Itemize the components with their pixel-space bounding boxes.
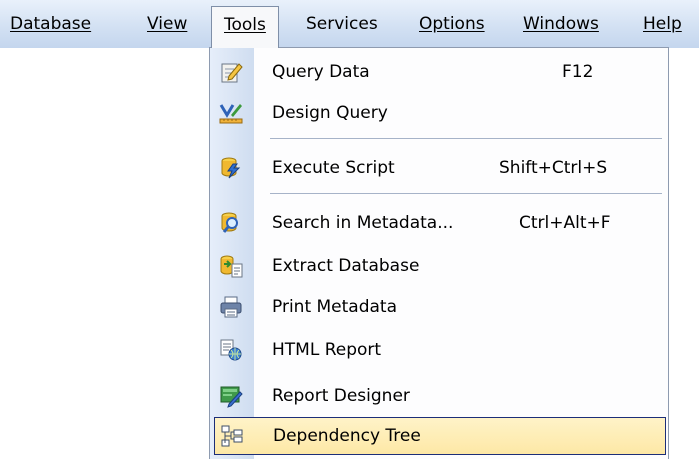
menu-separator (270, 138, 662, 139)
report-designer-icon (219, 384, 243, 408)
tools-dropdown-menu: Query Data F12 Design Query Execute Scri… (209, 47, 669, 459)
menu-item-extract-database[interactable]: Extract Database (213, 248, 665, 284)
menu-database[interactable]: Database (10, 11, 91, 37)
menu-services[interactable]: Services (306, 11, 378, 37)
menu-options[interactable]: Options (419, 11, 485, 37)
query-data-label: Query Data (272, 62, 370, 82)
menu-separator (270, 193, 662, 194)
menu-windows-label: Windows (523, 14, 599, 34)
menu-services-label: Services (306, 14, 378, 34)
execute-script-shortcut: Shift+Ctrl+S (499, 158, 608, 178)
menu-item-execute-script[interactable]: Execute Script Shift+Ctrl+S (213, 150, 665, 186)
menu-tools-label: Tools (224, 15, 266, 35)
extract-database-icon (219, 254, 243, 278)
menu-item-query-data[interactable]: Query Data F12 (213, 54, 665, 90)
menu-item-html-report[interactable]: HTML Report (213, 332, 665, 368)
html-report-label: HTML Report (272, 340, 382, 360)
menu-help-label: Help (643, 14, 682, 34)
menu-item-dependency-tree[interactable]: Dependency Tree (214, 417, 666, 455)
design-query-label: Design Query (272, 103, 388, 123)
menu-help[interactable]: Help (643, 11, 682, 37)
extract-database-label: Extract Database (272, 256, 420, 276)
search-in-metadata-label: Search in Metadata... (272, 213, 454, 233)
menu-options-label: Options (419, 14, 485, 34)
print-metadata-label: Print Metadata (272, 297, 398, 317)
menu-bar: Database View Tools Services Options Win… (0, 0, 699, 48)
report-designer-label: Report Designer (272, 386, 410, 406)
execute-script-icon (219, 156, 243, 180)
menu-view[interactable]: View (147, 11, 187, 37)
menu-item-design-query[interactable]: Design Query (213, 95, 665, 131)
search-metadata-icon (219, 211, 243, 235)
dependency-tree-icon (220, 424, 244, 448)
menu-tools[interactable]: Tools (211, 6, 279, 48)
menu-item-report-designer[interactable]: Report Designer (213, 378, 665, 414)
search-in-metadata-shortcut: Ctrl+Alt+F (519, 213, 611, 233)
menu-windows[interactable]: Windows (523, 11, 599, 37)
design-query-icon (219, 101, 243, 125)
execute-script-label: Execute Script (272, 158, 395, 178)
query-data-icon (219, 60, 243, 84)
html-report-icon (219, 338, 243, 362)
menu-item-print-metadata[interactable]: Print Metadata (213, 289, 665, 325)
query-data-shortcut: F12 (562, 62, 594, 82)
dependency-tree-label: Dependency Tree (273, 426, 421, 446)
menu-item-search-in-metadata[interactable]: Search in Metadata... Ctrl+Alt+F (213, 205, 665, 241)
menu-database-label: Database (10, 14, 92, 34)
printer-icon (219, 295, 243, 319)
menu-view-label: View (147, 14, 188, 34)
